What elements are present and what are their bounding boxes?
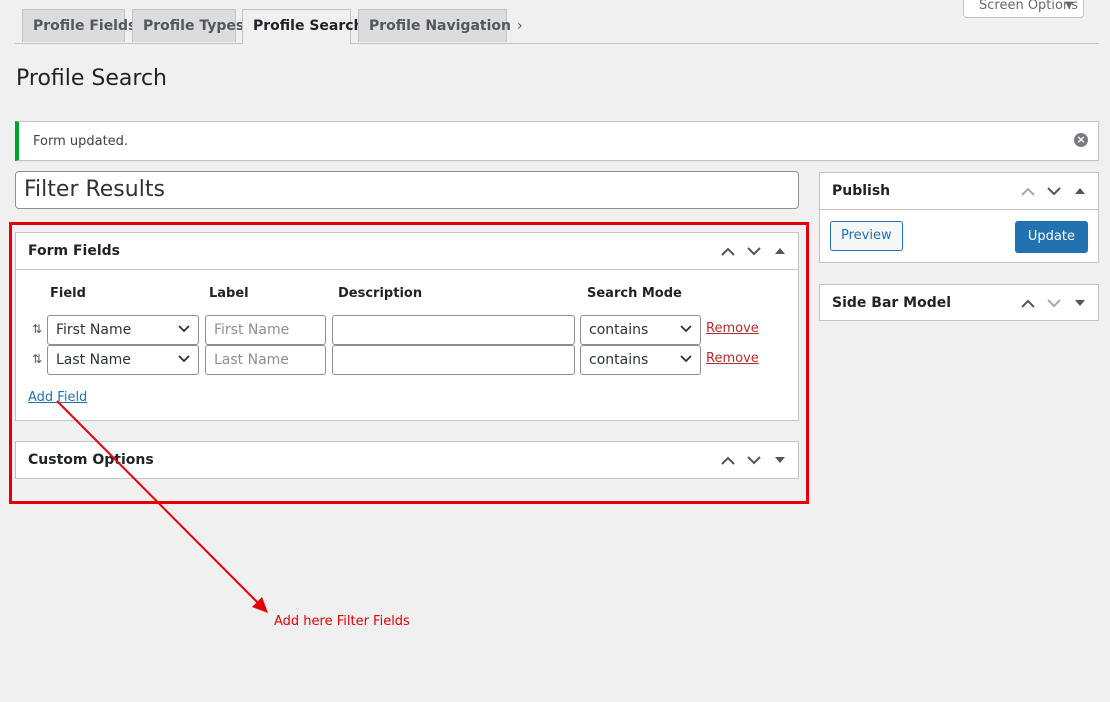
annotation-text: Add here Filter Fields (274, 614, 410, 629)
annotation-arrow-icon (56, 400, 268, 613)
